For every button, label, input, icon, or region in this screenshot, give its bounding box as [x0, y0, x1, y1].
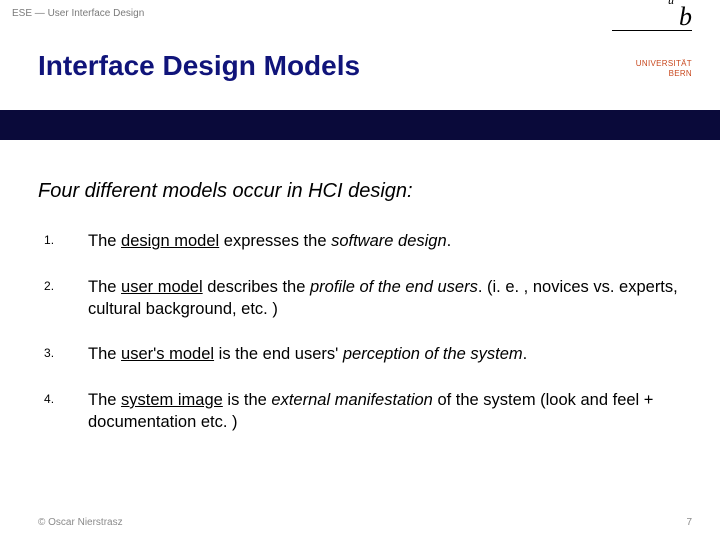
copyright: © Oscar Nierstrasz: [38, 517, 123, 528]
university-logo: u b UNIVERSITÄT BERN: [612, 4, 692, 80]
list-item: The design model expresses the software …: [38, 231, 682, 253]
term: user's model: [121, 345, 214, 363]
header: ESE — User Interface Design Interface De…: [0, 0, 720, 110]
emphasis: software design: [331, 232, 447, 250]
logo-sup: u: [668, 0, 674, 6]
logo-b-icon: u b: [612, 4, 692, 30]
emphasis: profile of the end users: [310, 278, 478, 296]
page-title: Interface Design Models: [38, 50, 360, 82]
list-item: The system image is the external manifes…: [38, 390, 682, 434]
list-item: The user's model is the end users' perce…: [38, 344, 682, 366]
models-list: The design model expresses the software …: [38, 231, 682, 434]
emphasis: perception of the system: [343, 345, 523, 363]
university-name: UNIVERSITÄT BERN: [612, 59, 692, 80]
subtitle: Four different models occur in HCI desig…: [38, 180, 682, 203]
breadcrumb: ESE — User Interface Design: [12, 8, 144, 19]
term: user model: [121, 278, 203, 296]
page-number: 7: [686, 517, 692, 528]
footer: © Oscar Nierstrasz 7: [38, 517, 692, 528]
term: system image: [121, 391, 223, 409]
term: design model: [121, 232, 219, 250]
content-area: Four different models occur in HCI desig…: [0, 140, 720, 434]
emphasis: external manifestation: [271, 391, 432, 409]
logo-letter: b: [679, 2, 692, 31]
list-item: The user model describes the profile of …: [38, 277, 682, 321]
title-divider: [0, 110, 720, 140]
